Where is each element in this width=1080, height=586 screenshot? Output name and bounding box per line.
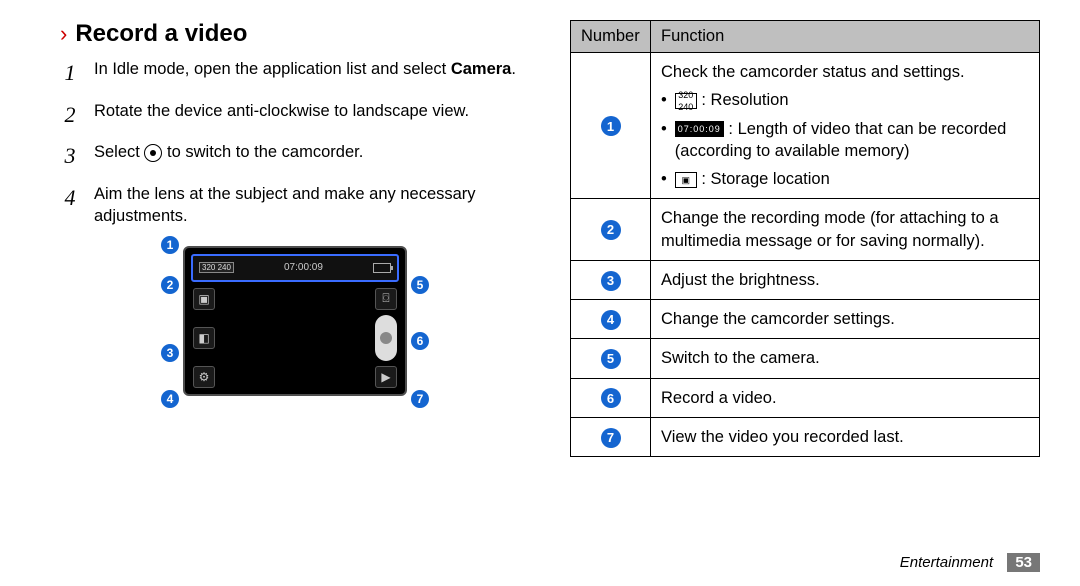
table-row: 5 Switch to the camera. <box>571 339 1040 378</box>
camcorder-status-bar: 320 240 07:00:09 <box>191 254 399 282</box>
table-row: 3 Adjust the brightness. <box>571 260 1040 299</box>
bullet-text: 320240 : Resolution <box>675 89 789 111</box>
bullet-text: ▣ : Storage location <box>675 168 830 190</box>
brightness-icon: ◧ <box>193 327 215 349</box>
camcorder-left-controls: ▣ ◧ ⚙ <box>191 288 217 388</box>
step-text: Rotate the device anti-clockwise to land… <box>94 100 530 130</box>
section-heading-row: › Record a video <box>60 20 530 48</box>
row-lead-text: Check the camcorder status and settings. <box>661 61 1029 83</box>
resolution-chip: 320 240 <box>199 262 234 273</box>
step-3: 3 Select to switch to the camcorder. <box>60 141 530 171</box>
row-function: View the video you recorded last. <box>651 417 1040 456</box>
row-function: Change the camcorder settings. <box>651 300 1040 339</box>
manual-page: › Record a video 1 In Idle mode, open th… <box>0 0 1080 586</box>
record-button <box>375 315 397 361</box>
step-4: 4 Aim the lens at the subject and make a… <box>60 183 530 228</box>
step-text-part: In Idle mode, open the application list … <box>94 60 451 78</box>
switch-camera-icon: ⌼ <box>375 288 397 310</box>
header-function: Function <box>651 21 1040 53</box>
step-text-part: Select <box>94 143 144 161</box>
row-number-badge: 3 <box>601 271 621 291</box>
record-time: 07:00:09 <box>284 262 323 273</box>
storage-icon: ▣ <box>675 172 697 188</box>
page-footer: Entertainment 53 <box>900 553 1040 572</box>
chevron-right-icon: › <box>60 23 67 45</box>
app-name: Camera <box>451 60 512 78</box>
resolution-icon: 320240 <box>675 93 697 109</box>
step-text: Aim the lens at the subject and make any… <box>94 183 530 228</box>
step-number: 1 <box>60 58 80 88</box>
battery-icon <box>373 263 391 273</box>
section-heading: Record a video <box>75 20 247 48</box>
callout-5: 5 <box>411 276 429 294</box>
row-function: Record a video. <box>651 378 1040 417</box>
camcorder-diagram: 320 240 07:00:09 ▣ ◧ ⚙ ⌼ ▶ 1 <box>60 240 530 420</box>
table-row: 4 Change the camcorder settings. <box>571 300 1040 339</box>
step-2: 2 Rotate the device anti-clockwise to la… <box>60 100 530 130</box>
row-number-badge: 1 <box>601 116 621 136</box>
table-row: 1 Check the camcorder status and setting… <box>571 53 1040 199</box>
row-function: Change the recording mode (for attaching… <box>651 199 1040 261</box>
row-function: Check the camcorder status and settings.… <box>651 53 1040 199</box>
callout-7: 7 <box>411 390 429 408</box>
step-number: 2 <box>60 100 80 130</box>
row-number-badge: 5 <box>601 349 621 369</box>
callout-2: 2 <box>161 276 179 294</box>
camera-icon <box>144 144 162 162</box>
step-text: Select to switch to the camcorder. <box>94 141 530 171</box>
table-header-row: Number Function <box>571 21 1040 53</box>
row-number-badge: 7 <box>601 428 621 448</box>
right-column: Number Function 1 Check the camcorder st… <box>550 20 1040 576</box>
record-dot-icon <box>380 332 392 344</box>
header-number: Number <box>571 21 651 53</box>
bullet-icon: • <box>661 168 667 190</box>
bullet-text: 07:00:09 : Length of video that can be r… <box>675 118 1029 163</box>
gallery-icon: ▶ <box>375 366 397 388</box>
step-text: In Idle mode, open the application list … <box>94 58 530 88</box>
bullet-icon: • <box>661 89 667 111</box>
step-number: 4 <box>60 183 80 228</box>
row-number-badge: 2 <box>601 220 621 240</box>
bullet-icon: • <box>661 118 667 163</box>
camcorder-right-controls: ⌼ ▶ <box>373 288 399 388</box>
row-number-badge: 6 <box>601 388 621 408</box>
row-function: Switch to the camera. <box>651 339 1040 378</box>
row-function: Adjust the brightness. <box>651 260 1040 299</box>
step-number: 3 <box>60 141 80 171</box>
callout-1: 1 <box>161 236 179 254</box>
table-row: 7 View the video you recorded last. <box>571 417 1040 456</box>
table-row: 2 Change the recording mode (for attachi… <box>571 199 1040 261</box>
mode-icon: ▣ <box>193 288 215 310</box>
row-number-badge: 4 <box>601 310 621 330</box>
footer-page-number: 53 <box>1007 553 1040 572</box>
camcorder-screen: 320 240 07:00:09 ▣ ◧ ⚙ ⌼ ▶ <box>183 246 407 396</box>
bullet-label: : Storage location <box>697 170 830 188</box>
function-table: Number Function 1 Check the camcorder st… <box>570 20 1040 457</box>
step-text-part: . <box>511 60 516 78</box>
step-text-part: to switch to the camcorder. <box>162 143 363 161</box>
callout-3: 3 <box>161 344 179 362</box>
callout-4: 4 <box>161 390 179 408</box>
step-1: 1 In Idle mode, open the application lis… <box>60 58 530 88</box>
footer-section: Entertainment <box>900 554 993 571</box>
left-column: › Record a video 1 In Idle mode, open th… <box>60 20 550 576</box>
callout-6: 6 <box>411 332 429 350</box>
table-row: 6 Record a video. <box>571 378 1040 417</box>
settings-icon: ⚙ <box>193 366 215 388</box>
bullet-label: : Resolution <box>697 91 789 109</box>
bullet-label: : Length of video that can be recorded (… <box>675 120 1007 160</box>
duration-icon: 07:00:09 <box>675 121 724 137</box>
